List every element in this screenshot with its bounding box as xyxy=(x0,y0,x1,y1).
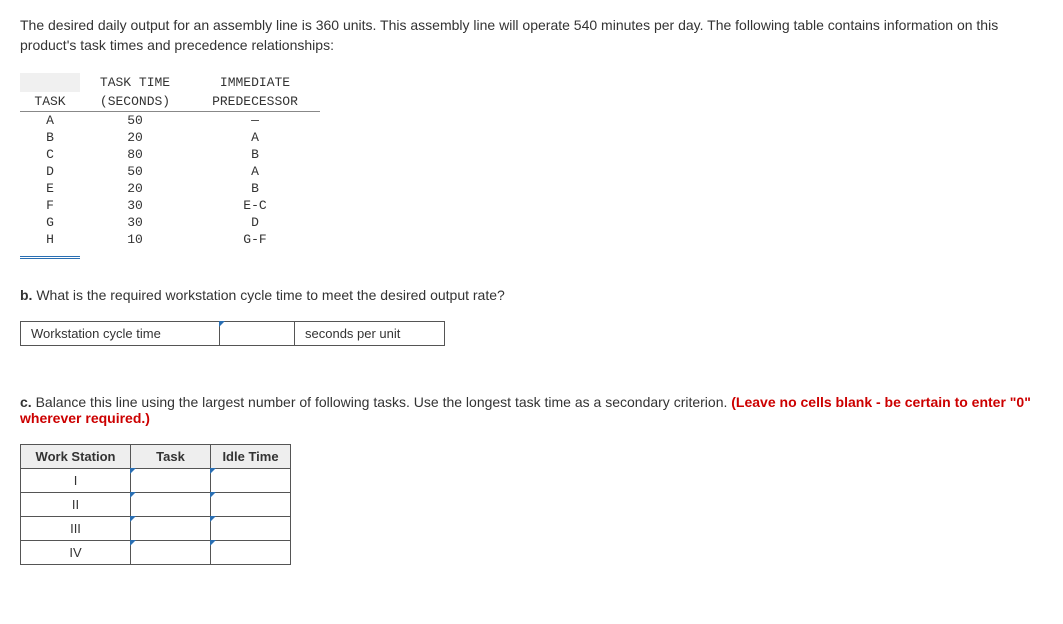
ws-idle-input[interactable] xyxy=(211,493,290,516)
ws-idle-input[interactable] xyxy=(211,541,290,564)
predecessor-cell: A xyxy=(190,129,320,146)
table-row: I xyxy=(21,469,291,493)
input-marker-icon xyxy=(210,516,216,522)
ws-task-input[interactable] xyxy=(131,469,210,492)
table-row: D50A xyxy=(20,163,320,180)
input-marker-icon xyxy=(219,321,225,327)
ws-station-cell: I xyxy=(21,469,131,493)
table-row: B20A xyxy=(20,129,320,146)
input-marker-icon xyxy=(130,492,136,498)
predecessor-cell: E-C xyxy=(190,197,320,214)
table-row: F30E-C xyxy=(20,197,320,214)
table-row: C80B xyxy=(20,146,320,163)
task-cell: C xyxy=(20,146,80,163)
ws-header-task: Task xyxy=(131,445,211,469)
time-cell: 10 xyxy=(80,231,190,248)
divider xyxy=(20,256,80,259)
time-cell: 20 xyxy=(80,180,190,197)
ws-station-cell: IV xyxy=(21,541,131,565)
table-row: E20B xyxy=(20,180,320,197)
predecessor-cell: B xyxy=(190,180,320,197)
question-b: b. What is the required workstation cycl… xyxy=(20,287,1043,303)
header-task: TASK xyxy=(20,92,80,112)
ws-idle-cell xyxy=(211,469,291,493)
header-task-time-1: TASK TIME xyxy=(80,73,190,92)
ws-header-idle: Idle Time xyxy=(211,445,291,469)
table-row: II xyxy=(21,493,291,517)
cycle-time-row: Workstation cycle time seconds per unit xyxy=(20,321,1043,346)
cycle-time-input-cell xyxy=(220,321,295,346)
ws-task-cell xyxy=(131,469,211,493)
input-marker-icon xyxy=(130,516,136,522)
ws-idle-cell xyxy=(211,517,291,541)
ws-task-cell xyxy=(131,493,211,517)
time-cell: 20 xyxy=(80,129,190,146)
header-predecessor-1: IMMEDIATE xyxy=(190,73,320,92)
header-task-time-2: (SECONDS) xyxy=(80,92,190,112)
cycle-time-label: Workstation cycle time xyxy=(20,321,220,346)
ws-task-input[interactable] xyxy=(131,517,210,540)
ws-task-input[interactable] xyxy=(131,541,210,564)
time-cell: 80 xyxy=(80,146,190,163)
input-marker-icon xyxy=(210,492,216,498)
workstation-table: Work Station Task Idle Time IIIIIIIV xyxy=(20,444,291,565)
ws-station-cell: II xyxy=(21,493,131,517)
predecessor-cell: D xyxy=(190,214,320,231)
ws-station-cell: III xyxy=(21,517,131,541)
ws-idle-input[interactable] xyxy=(211,517,290,540)
table-row: G30D xyxy=(20,214,320,231)
question-c-prefix: c. xyxy=(20,394,32,410)
input-marker-icon xyxy=(130,540,136,546)
task-cell: E xyxy=(20,180,80,197)
ws-task-cell xyxy=(131,517,211,541)
table-row: A50— xyxy=(20,112,320,130)
input-marker-icon xyxy=(210,540,216,546)
time-cell: 30 xyxy=(80,214,190,231)
question-b-text: What is the required workstation cycle t… xyxy=(32,287,504,303)
question-b-prefix: b. xyxy=(20,287,32,303)
question-c: c. Balance this line using the largest n… xyxy=(20,394,1043,426)
intro-text: The desired daily output for an assembly… xyxy=(20,16,1043,55)
task-cell: B xyxy=(20,129,80,146)
cycle-time-unit: seconds per unit xyxy=(295,321,445,346)
input-marker-icon xyxy=(210,468,216,474)
ws-idle-cell xyxy=(211,541,291,565)
predecessor-cell: — xyxy=(190,112,320,130)
cycle-time-input[interactable] xyxy=(220,322,294,345)
task-cell: F xyxy=(20,197,80,214)
predecessor-cell: A xyxy=(190,163,320,180)
ws-header-station: Work Station xyxy=(21,445,131,469)
header-predecessor-2: PREDECESSOR xyxy=(190,92,320,112)
task-cell: D xyxy=(20,163,80,180)
task-cell: H xyxy=(20,231,80,248)
time-cell: 50 xyxy=(80,163,190,180)
ws-idle-cell xyxy=(211,493,291,517)
predecessor-cell: G-F xyxy=(190,231,320,248)
ws-task-input[interactable] xyxy=(131,493,210,516)
time-cell: 30 xyxy=(80,197,190,214)
ws-task-cell xyxy=(131,541,211,565)
question-c-text: Balance this line using the largest numb… xyxy=(32,394,732,410)
table-row: H10G-F xyxy=(20,231,320,248)
table-row: IV xyxy=(21,541,291,565)
task-cell: A xyxy=(20,112,80,130)
input-marker-icon xyxy=(130,468,136,474)
table-row: III xyxy=(21,517,291,541)
ws-idle-input[interactable] xyxy=(211,469,290,492)
task-cell: G xyxy=(20,214,80,231)
task-precedence-table: TASK TIME IMMEDIATE TASK (SECONDS) PREDE… xyxy=(20,73,320,248)
predecessor-cell: B xyxy=(190,146,320,163)
time-cell: 50 xyxy=(80,112,190,130)
